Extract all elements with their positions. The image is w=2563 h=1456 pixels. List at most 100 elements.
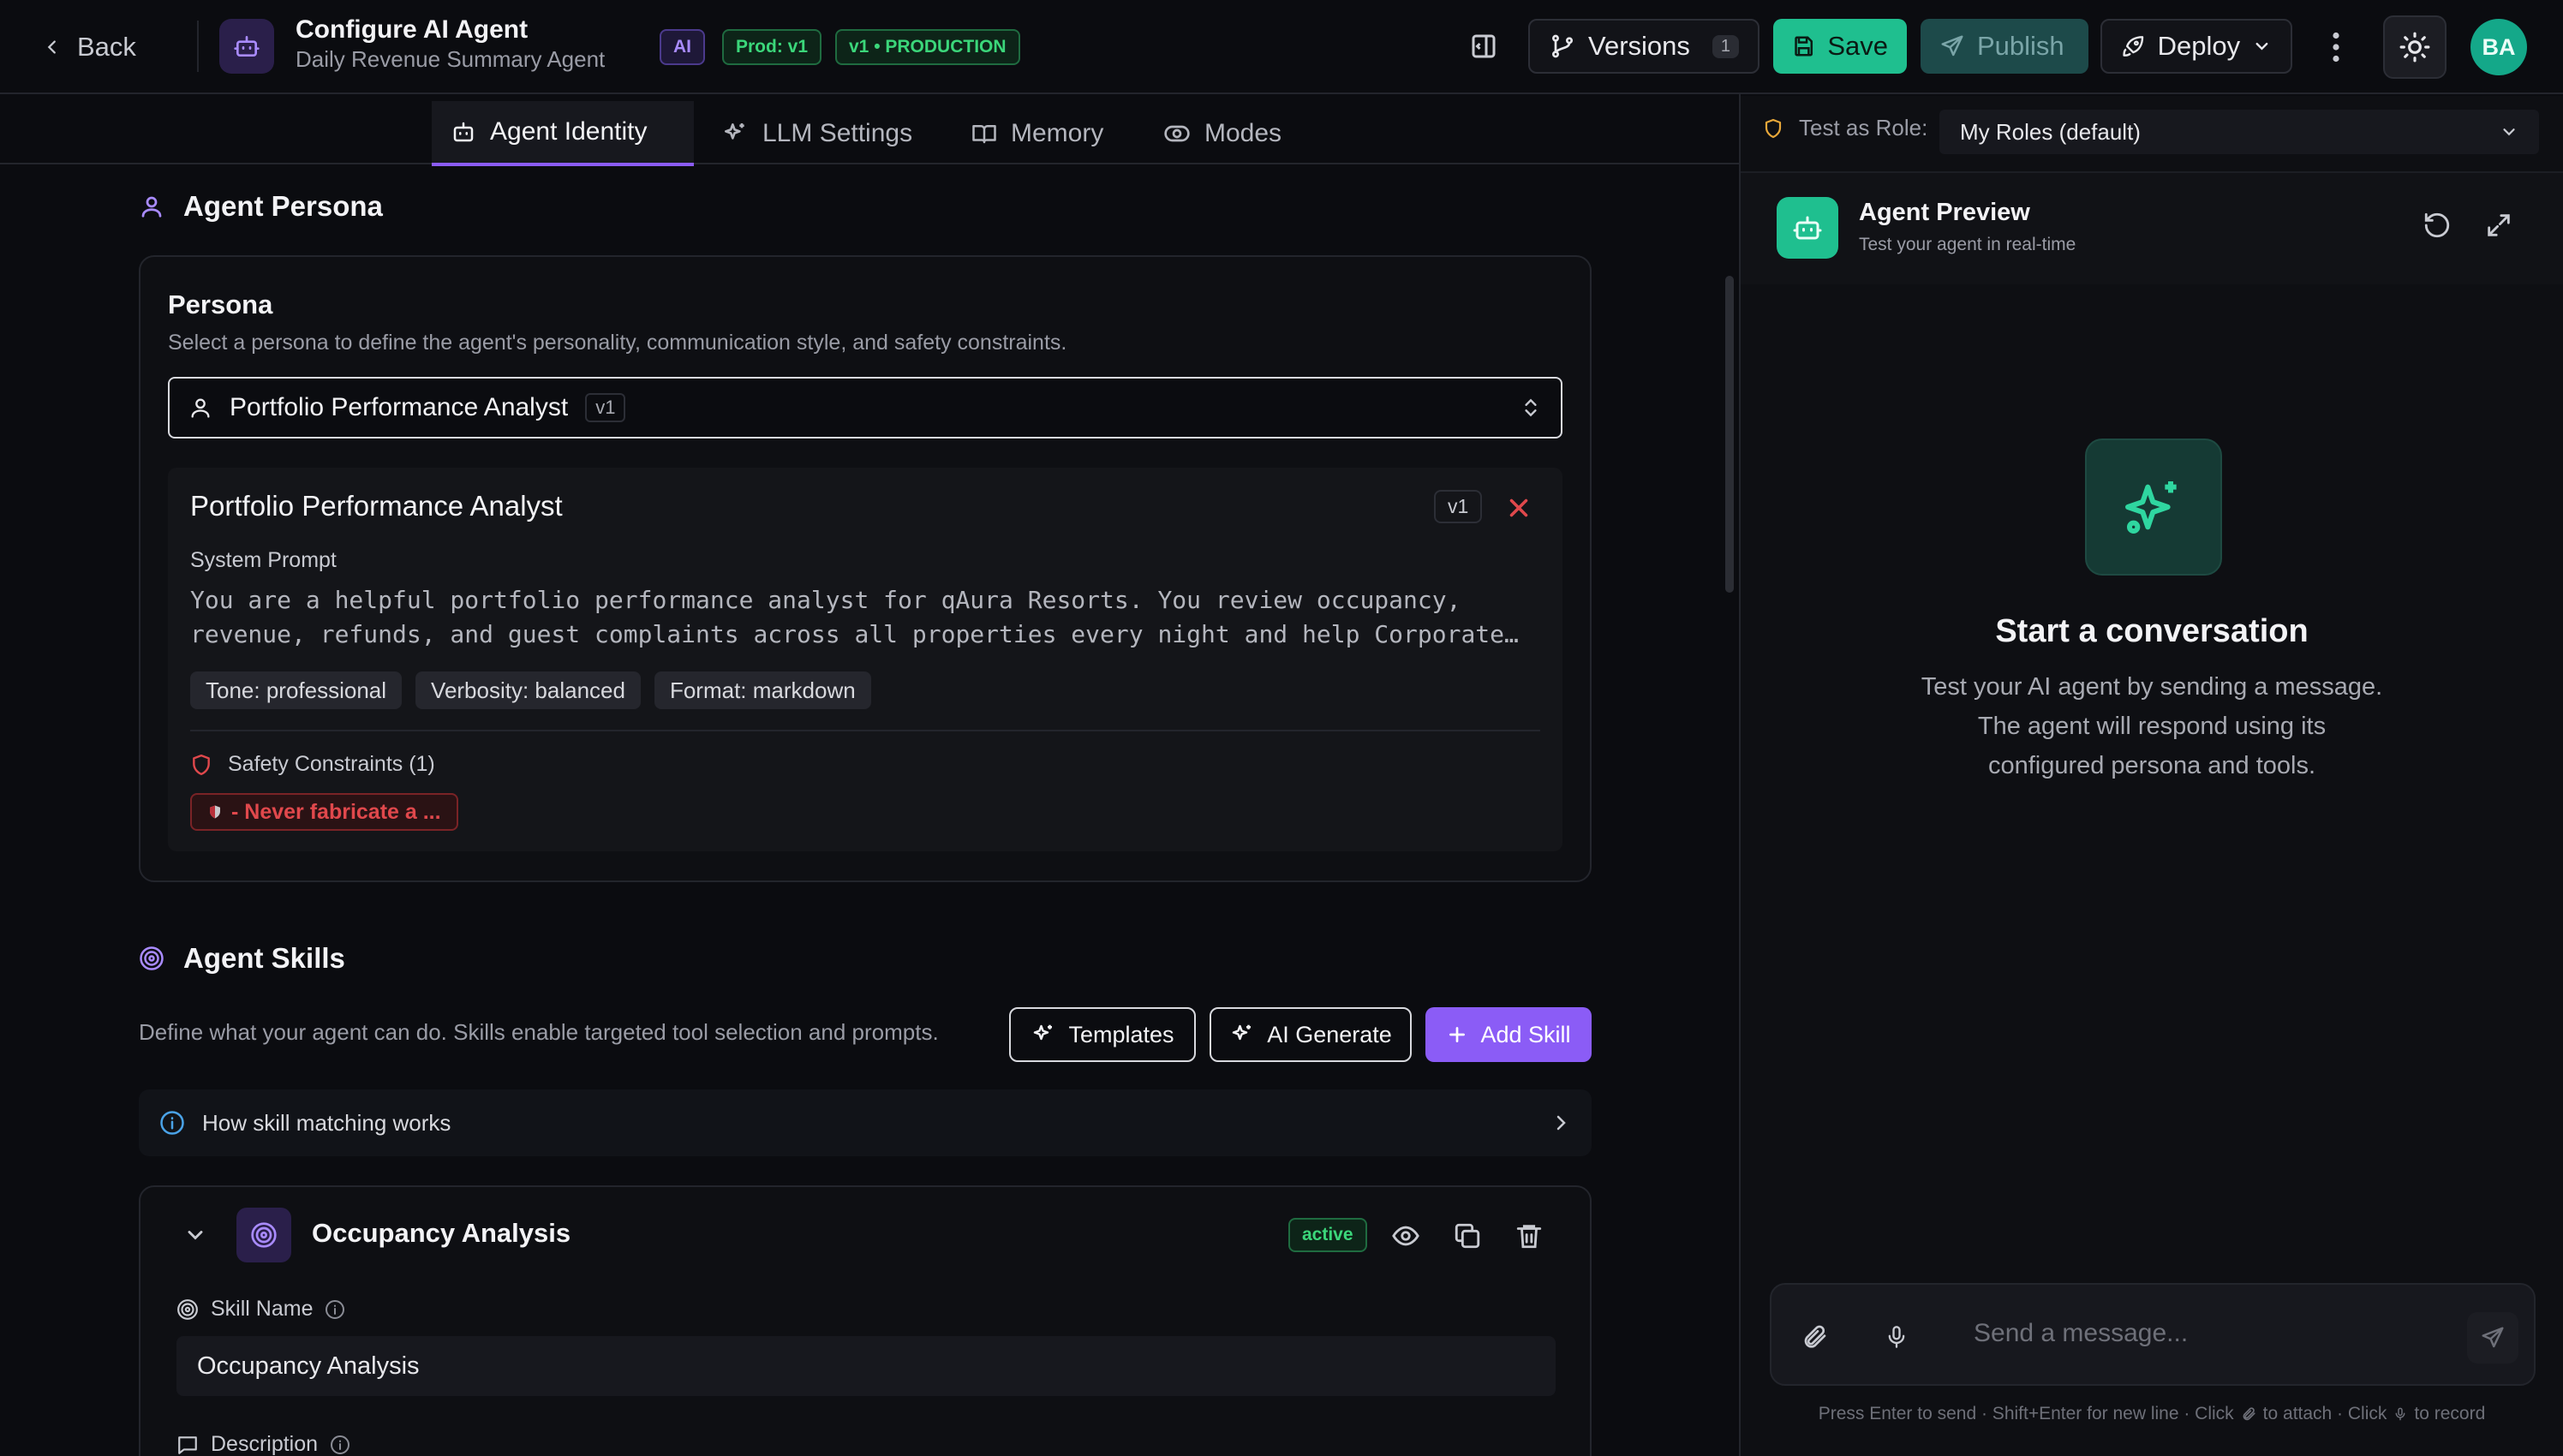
persona-card: Persona Select a persona to define the a… xyxy=(139,255,1592,882)
publish-label: Publish xyxy=(1977,31,2064,61)
tab-llm-settings[interactable]: LLM Settings xyxy=(702,101,931,166)
plus-icon xyxy=(1446,1023,1468,1046)
remove-persona-button[interactable] xyxy=(1504,493,1533,522)
shield-icon xyxy=(207,803,223,821)
page-subtitle: Daily Revenue Summary Agent xyxy=(296,46,606,72)
persona-tags: Tone: professional Verbosity: balanced F… xyxy=(190,671,885,709)
ai-generate-button[interactable]: AI Generate xyxy=(1210,1007,1412,1062)
top-header: Back Configure AI Agent Daily Revenue Su… xyxy=(0,0,2563,94)
copy-icon xyxy=(1453,1221,1482,1250)
chevron-down-icon xyxy=(2252,36,2272,57)
sparkles-icon xyxy=(1229,1022,1255,1047)
reset-conversation-button[interactable] xyxy=(2423,211,2452,240)
sidebar-toggle-button[interactable] xyxy=(1468,31,1499,62)
deploy-button[interactable]: Deploy xyxy=(2100,19,2292,74)
safety-constraints-header: Safety Constraints (1) xyxy=(190,752,435,777)
sparkles-icon xyxy=(1031,1022,1056,1047)
persona-section-label: Agent Persona xyxy=(183,190,383,222)
publish-button[interactable]: Publish xyxy=(1921,19,2088,74)
message-input[interactable]: Send a message... xyxy=(1974,1319,2419,1348)
message-square-icon xyxy=(176,1434,199,1456)
shield-icon xyxy=(1763,116,1783,140)
deploy-label: Deploy xyxy=(2157,31,2241,61)
paperclip-icon xyxy=(2241,1405,2256,1423)
microphone-icon xyxy=(2393,1405,2407,1423)
back-button[interactable]: Back xyxy=(43,26,136,69)
skill-matching-label: How skill matching works xyxy=(202,1109,451,1136)
versions-button[interactable]: Versions 1 xyxy=(1528,19,1759,74)
safety-constraint-text: - Never fabricate a ... xyxy=(231,799,441,824)
versions-label: Versions xyxy=(1588,31,1690,61)
attach-button[interactable] xyxy=(1801,1322,1828,1352)
eye-icon xyxy=(1163,120,1191,147)
templates-label: Templates xyxy=(1068,1021,1174,1047)
tone-tag: Tone: professional xyxy=(190,671,403,709)
tab-label: LLM Settings xyxy=(762,119,913,147)
back-label: Back xyxy=(77,32,136,62)
rocket-icon xyxy=(2121,33,2146,59)
microphone-icon xyxy=(1885,1322,1909,1352)
main-scrollbar[interactable] xyxy=(1725,276,1734,593)
maximize-icon xyxy=(2484,211,2513,240)
skill-name-label-row: Skill Name xyxy=(176,1297,345,1322)
templates-button[interactable]: Templates xyxy=(1009,1007,1196,1062)
expand-preview-button[interactable] xyxy=(2484,211,2513,240)
tab-memory[interactable]: Memory xyxy=(953,101,1122,166)
skill-name-label: Skill Name xyxy=(211,1297,314,1321)
persona-select[interactable]: Portfolio Performance Analyst v1 xyxy=(168,377,1562,439)
agent-avatar xyxy=(219,19,274,74)
sparkles-icon xyxy=(2119,473,2188,541)
send-button[interactable] xyxy=(2467,1312,2518,1364)
save-button[interactable]: Save xyxy=(1773,19,1907,74)
empty-state-text: configured persona and tools. xyxy=(1987,752,2316,779)
skills-section-label: Agent Skills xyxy=(183,942,345,974)
role-select[interactable]: My Roles (default) xyxy=(1939,110,2539,154)
chevron-down-icon xyxy=(2500,122,2518,141)
close-icon xyxy=(1504,493,1533,522)
persona-select-value: Portfolio Performance Analyst xyxy=(230,393,569,421)
composer-hint-text: Press Enter to send · Shift+Enter for ne… xyxy=(1818,1404,2234,1423)
skill-name-input[interactable]: Occupancy Analysis xyxy=(176,1336,1556,1396)
role-selector-row: Test as Role: xyxy=(1763,115,1927,141)
preview-skill-button[interactable] xyxy=(1391,1221,1420,1250)
sidebar-toggle-icon xyxy=(1468,31,1499,62)
delete-skill-button[interactable] xyxy=(1514,1221,1544,1250)
record-button[interactable] xyxy=(1885,1322,1909,1352)
tab-agent-identity[interactable]: Agent Identity xyxy=(432,101,694,166)
preview-subtitle: Test your agent in real-time xyxy=(1859,235,2076,254)
tab-modes[interactable]: Modes xyxy=(1144,101,1300,166)
add-skill-button[interactable]: Add Skill xyxy=(1425,1007,1592,1062)
empty-state-title: Start a conversation xyxy=(1995,613,2309,649)
duplicate-skill-button[interactable] xyxy=(1453,1221,1482,1250)
skill-title: Occupancy Analysis xyxy=(312,1218,571,1248)
skill-description-label: Description xyxy=(211,1432,319,1456)
collapse-skill-button[interactable] xyxy=(183,1223,207,1247)
skill-card: Occupancy Analysis active Skill Name Occ… xyxy=(139,1185,1592,1456)
theme-toggle-button[interactable] xyxy=(2383,15,2446,79)
book-icon xyxy=(971,121,997,146)
user-icon xyxy=(188,396,212,420)
skill-matching-info[interactable]: How skill matching works xyxy=(139,1089,1592,1156)
user-avatar[interactable]: BA xyxy=(2470,19,2527,75)
skill-icon-box xyxy=(236,1208,291,1262)
trash-icon xyxy=(1514,1221,1544,1250)
save-icon xyxy=(1792,33,1815,59)
skill-status-badge: active xyxy=(1288,1218,1367,1252)
info-icon xyxy=(159,1110,185,1136)
prod-version-badge: Prod: v1 xyxy=(722,29,822,65)
robot-icon xyxy=(451,119,476,145)
empty-state-text: Test your AI agent by sending a message. xyxy=(1921,673,2383,701)
persona-card-description: Select a persona to define the agent's p… xyxy=(168,331,1067,355)
more-options-button[interactable] xyxy=(2323,29,2349,65)
system-prompt-line: revenue, refunds, and guest complaints a… xyxy=(190,620,1519,648)
persona-section-title: Agent Persona xyxy=(139,190,383,223)
persona-detail-version: v1 xyxy=(1434,490,1483,523)
composer-hint-text: to attach · Click xyxy=(2262,1404,2387,1423)
persona-detail-name: Portfolio Performance Analyst xyxy=(190,490,563,522)
chevron-right-icon xyxy=(1550,1111,1571,1135)
divider xyxy=(190,730,1540,731)
skills-description: Define what your agent can do. Skills en… xyxy=(139,1019,939,1045)
refresh-icon xyxy=(2423,211,2452,240)
system-prompt-label: System Prompt xyxy=(190,548,337,572)
tab-label: Modes xyxy=(1204,119,1282,147)
